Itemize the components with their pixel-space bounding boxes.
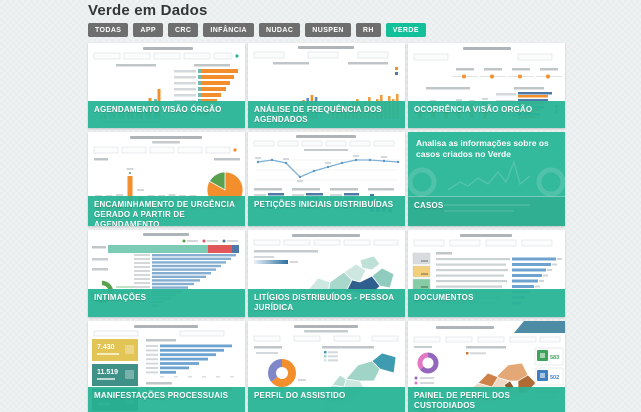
card-perfil-do-assistido[interactable]: PERFIL DO ASSISTIDO <box>248 321 405 412</box>
card-peticoes-iniciais-distribuidas[interactable]: PETIÇÕES INICIAIS DISTRIBUÍDAS <box>248 132 405 226</box>
dashboard-gallery: Verde em Dados TODAS APP CRC INFÂNCIA NU… <box>88 2 565 412</box>
card-intimacoes[interactable]: INTIMAÇÕES <box>88 230 245 317</box>
card-title-bar: PERFIL DO ASSISTIDO <box>248 387 405 412</box>
filter-button-app[interactable]: APP <box>133 23 163 37</box>
card-title-bar: CASOS <box>408 196 565 226</box>
card-title-bar: PETIÇÕES INICIAIS DISTRIBUÍDAS <box>248 196 405 226</box>
card-painel-perfil-custodiados[interactable]: 583 502 PAINEL DE PERFIL DOS CUSTODIADOS <box>408 321 565 412</box>
card-title-bar: OCORRÊNCIA VISÃO ORGÃO <box>408 101 565 128</box>
kpi-value-1: 7.430 <box>97 344 115 351</box>
card-analise-frequencia-agendados[interactable]: ANÁLISE DE FREQUÊNCIA DOS AGENDADOS <box>248 43 405 128</box>
card-title-bar: INTIMAÇÕES <box>88 289 245 317</box>
card-title: DOCUMENTOS <box>414 293 559 303</box>
kpi-value-blue: 502 <box>550 375 559 381</box>
kpi-value-green: 583 <box>550 355 559 361</box>
card-title: INTIMAÇÕES <box>94 293 239 303</box>
card-title-bar: ANÁLISE DE FREQUÊNCIA DOS AGENDADOS <box>248 101 405 128</box>
card-title: LITÍGIOS DISTRIBUÍDOS - PESSOA JURÍDICA <box>254 293 399 313</box>
filter-button-infancia[interactable]: INFÂNCIA <box>203 23 254 37</box>
filter-button-nudac[interactable]: NUDAC <box>259 23 300 37</box>
filter-button-rh[interactable]: RH <box>356 23 381 37</box>
filter-button-crc[interactable]: CRC <box>168 23 198 37</box>
card-ocorrencia-visao-orgao[interactable]: OCORRÊNCIA VISÃO ORGÃO <box>408 43 565 128</box>
card-title: ANÁLISE DE FREQUÊNCIA DOS AGENDADOS <box>254 105 399 125</box>
dashboard-grid: AGENDAMENTO VISÃO ÓRGÃO <box>88 43 565 412</box>
card-title: AGENDAMENTO VISÃO ÓRGÃO <box>94 105 239 115</box>
card-title: ENCAMINHAMENTO DE URGÊNCIA GERADO A PART… <box>94 200 239 226</box>
card-encaminhamento-urgencia[interactable]: ENCAMINHAMENTO DE URGÊNCIA GERADO A PART… <box>88 132 245 226</box>
card-title-bar: AGENDAMENTO VISÃO ÓRGÃO <box>88 101 245 128</box>
card-agendamento-visao-orgao[interactable]: AGENDAMENTO VISÃO ÓRGÃO <box>88 43 245 128</box>
card-title-bar: ENCAMINHAMENTO DE URGÊNCIA GERADO A PART… <box>88 196 245 226</box>
page-title: Verde em Dados <box>88 2 565 19</box>
card-title: PERFIL DO ASSISTIDO <box>254 391 399 401</box>
kpi-value-2: 11.519 <box>97 369 118 376</box>
card-title-bar: PAINEL DE PERFIL DOS CUSTODIADOS <box>408 387 565 412</box>
card-manifestacoes-processuais[interactable]: 7.430 11.519 19.005 <box>88 321 245 412</box>
card-title-bar: MANIFESTAÇÕES PROCESSUAIS <box>88 387 245 412</box>
card-hover-overlay: Analisa as informações sobre os casos cr… <box>408 132 565 226</box>
card-title: OCORRÊNCIA VISÃO ORGÃO <box>414 105 559 115</box>
card-litigios-pessoa-juridica[interactable]: LITÍGIOS DISTRIBUÍDOS - PESSOA JURÍDICA <box>248 230 405 317</box>
filter-button-todas[interactable]: TODAS <box>88 23 128 37</box>
card-title: PAINEL DE PERFIL DOS CUSTODIADOS <box>414 391 559 411</box>
filter-button-nuspen[interactable]: NUSPEN <box>305 23 351 37</box>
card-title-bar: DOCUMENTOS <box>408 289 565 317</box>
filter-bar: TODAS APP CRC INFÂNCIA NUDAC NUSPEN RH V… <box>88 23 565 37</box>
filter-button-verde[interactable]: VERDE <box>386 23 426 37</box>
card-title: CASOS <box>414 201 559 211</box>
card-title: PETIÇÕES INICIAIS DISTRIBUÍDAS <box>254 200 399 210</box>
card-title: MANIFESTAÇÕES PROCESSUAIS <box>94 391 239 401</box>
card-casos[interactable]: Analisa as informações sobre os casos cr… <box>408 132 565 226</box>
card-title-bar: LITÍGIOS DISTRIBUÍDOS - PESSOA JURÍDICA <box>248 289 405 317</box>
card-documentos[interactable]: DOCUMENTOS <box>408 230 565 317</box>
